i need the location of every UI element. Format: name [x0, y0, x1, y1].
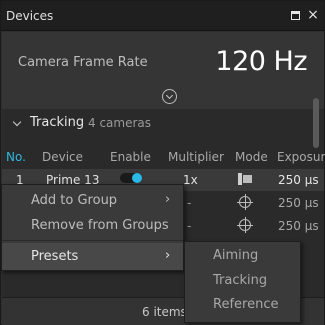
menu-divider: [2, 240, 183, 241]
cell-exposure[interactable]: 250 µs: [278, 196, 319, 210]
submenu-item-tracking[interactable]: Tracking: [213, 273, 267, 288]
column-headers: No. Device Enable Multiplier Mode Exposu…: [2, 147, 325, 165]
submenu-item-aiming[interactable]: Aiming: [213, 248, 258, 263]
item-count: 6 items: [142, 305, 187, 319]
column-header-mode[interactable]: Mode: [235, 150, 268, 164]
window-title: Devices: [6, 9, 54, 23]
title-bar: Devices ×: [1, 1, 324, 31]
column-header-no[interactable]: No.: [6, 150, 26, 164]
collapse-row: [2, 87, 324, 109]
frame-rate-section: Camera Frame Rate 120 Hz: [2, 32, 324, 87]
submenu-item-reference[interactable]: Reference: [213, 297, 278, 312]
cell-multiplier[interactable]: 1x: [183, 173, 198, 187]
chevron-down-circle-icon[interactable]: [162, 89, 177, 104]
menu-item-label: Presets: [31, 249, 79, 264]
chevron-down-icon[interactable]: [12, 117, 22, 127]
scrollbar[interactable]: [313, 98, 319, 148]
cell-multiplier: -: [187, 196, 192, 210]
group-name: Tracking: [30, 115, 85, 130]
group-header-tracking[interactable]: Tracking 4 cameras: [2, 109, 312, 139]
cell-multiplier: -: [187, 219, 192, 233]
column-header-device[interactable]: Device: [42, 150, 83, 164]
context-menu: Add to Group › Remove from Groups Preset…: [1, 184, 184, 271]
chevron-right-icon: ›: [165, 192, 171, 207]
chevron-right-icon: ›: [165, 248, 171, 263]
menu-item-label: Add to Group: [31, 193, 118, 208]
grayscale-mode-icon[interactable]: [238, 173, 252, 185]
cell-exposure[interactable]: 250 µs: [278, 173, 319, 187]
frame-rate-label: Camera Frame Rate: [18, 55, 148, 70]
restore-icon[interactable]: [289, 8, 303, 22]
crosshair-icon[interactable]: [237, 217, 253, 233]
menu-item-remove-from-groups[interactable]: Remove from Groups: [2, 213, 183, 238]
frame-rate-value[interactable]: 120 Hz: [215, 46, 307, 77]
column-header-exposure[interactable]: Exposure: [277, 150, 325, 164]
group-count: 4 cameras: [88, 116, 152, 130]
column-header-multiplier[interactable]: Multiplier: [168, 150, 224, 164]
crosshair-icon[interactable]: [237, 194, 253, 210]
menu-item-add-to-group[interactable]: Add to Group ›: [2, 188, 183, 213]
menu-item-presets[interactable]: Presets ›: [2, 243, 183, 270]
close-icon[interactable]: ×: [306, 8, 320, 22]
devices-window: Devices × Camera Frame Rate 120 Hz Track…: [0, 0, 325, 325]
cell-exposure[interactable]: 250 µs: [278, 219, 319, 233]
enable-toggle[interactable]: [120, 173, 142, 183]
presets-submenu: Aiming Tracking Reference: [184, 241, 301, 323]
menu-item-label: Remove from Groups: [31, 218, 169, 233]
column-header-enable[interactable]: Enable: [110, 150, 151, 164]
